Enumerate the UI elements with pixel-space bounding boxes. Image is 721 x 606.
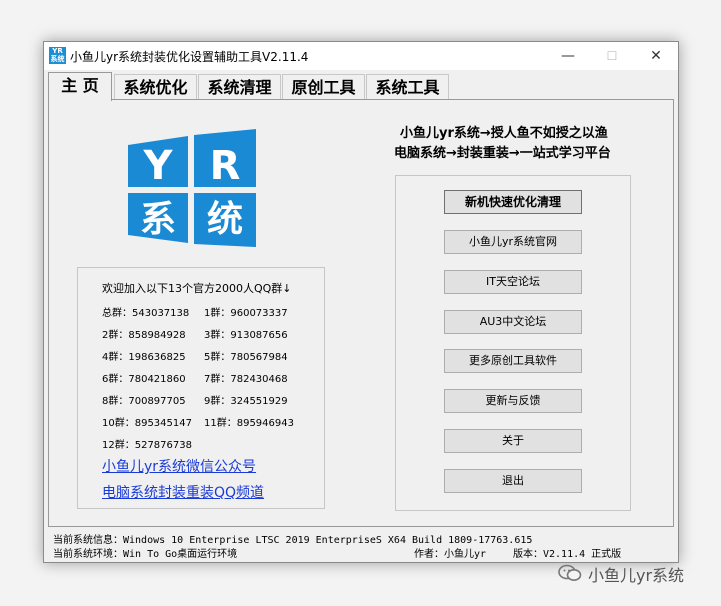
- yr-logo-icon: Y R 系 统: [128, 129, 256, 247]
- logo-char-tong: 统: [207, 199, 243, 240]
- qq-group-12: 12群：527876738: [102, 440, 192, 451]
- app-icon: YR系统: [49, 47, 66, 64]
- tab-original-tools[interactable]: 原创工具: [282, 74, 365, 100]
- tab-home[interactable]: 主 页: [48, 72, 112, 101]
- qq-group-5: 5群：780567984: [204, 352, 288, 363]
- title-bar[interactable]: YR系统 小鱼儿yr系统封装优化设置辅助工具V2.11.4 — ☐ ✕: [44, 42, 678, 70]
- qq-group-2: 2群：858984928: [102, 330, 186, 341]
- qq-group-7: 7群：782430468: [204, 374, 288, 385]
- official-site-button[interactable]: 小鱼儿yr系统官网: [444, 230, 582, 254]
- qq-group-11: 11群：895946943: [204, 418, 294, 429]
- tab-system-optimize[interactable]: 系统优化: [114, 74, 197, 100]
- exit-button[interactable]: 退出: [444, 469, 582, 493]
- au3-forum-button[interactable]: AU3中文论坛: [444, 310, 582, 334]
- about-button[interactable]: 关于: [444, 429, 582, 453]
- maximize-button[interactable]: ☐: [590, 42, 634, 70]
- qq-group-9: 9群：324551929: [204, 396, 288, 407]
- version-status: 版本：V2.11.4 正式版: [513, 549, 622, 560]
- qq-group-6: 6群：780421860: [102, 374, 186, 385]
- system-env-status: 当前系统环境：Win To Go桌面运行环境: [53, 549, 238, 560]
- actions-box: [395, 175, 631, 511]
- quick-optimize-button[interactable]: 新机快速优化清理: [444, 190, 582, 214]
- minimize-button[interactable]: —: [546, 42, 590, 70]
- author-status: 作者：小鱼儿yr: [414, 549, 487, 560]
- watermark: 小鱼儿yr系统: [558, 562, 718, 586]
- qq-group-main: 总群：543037138: [102, 308, 190, 319]
- watermark-text: 小鱼儿yr系统: [588, 566, 685, 585]
- logo-char-xi: 系: [140, 199, 176, 240]
- qq-group-4: 4群：198636825: [102, 352, 186, 363]
- itsky-forum-button[interactable]: IT天空论坛: [444, 270, 582, 294]
- wechat-icon: [558, 564, 582, 581]
- logo-letter-r: R: [210, 143, 241, 189]
- update-feedback-button[interactable]: 更新与反馈: [444, 389, 582, 413]
- qq-group-3: 3群：913087656: [204, 330, 288, 341]
- qq-group-1: 1群：960073337: [204, 308, 288, 319]
- qq-group-10: 10群：895345147: [102, 418, 192, 429]
- tab-system-tools[interactable]: 系统工具: [366, 74, 449, 100]
- qq-group-8: 8群：700897705: [102, 396, 186, 407]
- qq-channel-link[interactable]: 电脑系统封装重装QQ频道: [102, 482, 264, 502]
- wechat-link[interactable]: 小鱼儿yr系统微信公众号: [102, 456, 256, 476]
- slogan-line-2: 电脑系统→封装重装→一站式学习平台: [394, 146, 611, 161]
- more-tools-button[interactable]: 更多原创工具软件: [444, 349, 582, 373]
- window-title: 小鱼儿yr系统封装优化设置辅助工具V2.11.4: [70, 50, 309, 64]
- tab-system-clean[interactable]: 系统清理: [198, 74, 281, 100]
- qq-groups-title: 欢迎加入以下13个官方2000人QQ群↓: [102, 282, 292, 295]
- system-info-status: 当前系统信息：Windows 10 Enterprise LTSC 2019 E…: [53, 535, 533, 546]
- app-window: YR系统 小鱼儿yr系统封装优化设置辅助工具V2.11.4 — ☐ ✕ 主 页 …: [43, 41, 679, 563]
- logo-letter-y: Y: [143, 143, 174, 189]
- slogan-line-1: 小鱼儿yr系统→授人鱼不如授之以渔: [400, 126, 608, 141]
- close-button[interactable]: ✕: [634, 42, 678, 70]
